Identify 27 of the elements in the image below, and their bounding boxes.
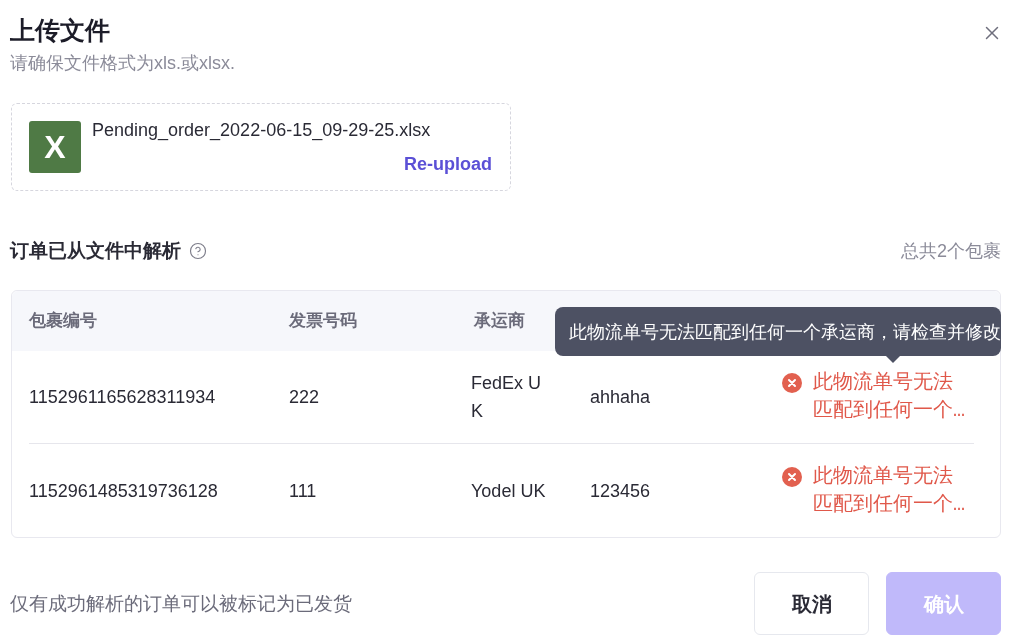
column-header: 承运商 bbox=[474, 310, 525, 332]
status-message: 此物流单号无法匹配到任何一个… bbox=[813, 463, 966, 518]
footer-note: 仅有成功解析的订单可以被标记为已发货 bbox=[10, 591, 352, 616]
table-cell-text: Yodel UK bbox=[471, 479, 546, 503]
error-icon bbox=[782, 466, 802, 487]
error-icon bbox=[782, 373, 802, 393]
column-header: 包裹编号 bbox=[29, 310, 97, 332]
cancel-button[interactable]: 取消 bbox=[754, 572, 869, 635]
column-header: 发票号码 bbox=[289, 310, 357, 332]
pointer-icon bbox=[886, 356, 900, 363]
status-message: 此物流单号无法匹配到任何一个… bbox=[813, 370, 966, 424]
file-name: Pending_order_2022-06-15_09-29-25.xlsx bbox=[92, 119, 432, 141]
reupload-link[interactable]: Re-upload bbox=[404, 153, 492, 175]
dialog-title: 上传文件 bbox=[10, 15, 111, 46]
table-cell-text: ahhaha bbox=[590, 386, 651, 409]
package-count: 总共2个包裹 bbox=[901, 240, 1001, 262]
spreadsheet-icon: X bbox=[29, 121, 81, 173]
section-title: 订单已从文件中解析 bbox=[10, 240, 181, 262]
help-icon[interactable] bbox=[189, 242, 207, 260]
dialog-subtitle: 请确保文件格式为xls.或xlsx. bbox=[10, 52, 235, 75]
table-cell-text: 123456 bbox=[590, 479, 651, 503]
table-cell-text: 1152961485319736128 bbox=[29, 479, 218, 503]
table-cell-text: 222 bbox=[289, 386, 320, 409]
table-cell-text: 111 bbox=[289, 479, 317, 503]
tooltip: 此物流单号无法匹配到任何一个承运商，请检查并修改 bbox=[555, 307, 1001, 363]
table-cell-text: 1152961165628311934 bbox=[29, 386, 216, 409]
table-cell-text: FedEx UK bbox=[471, 372, 543, 423]
